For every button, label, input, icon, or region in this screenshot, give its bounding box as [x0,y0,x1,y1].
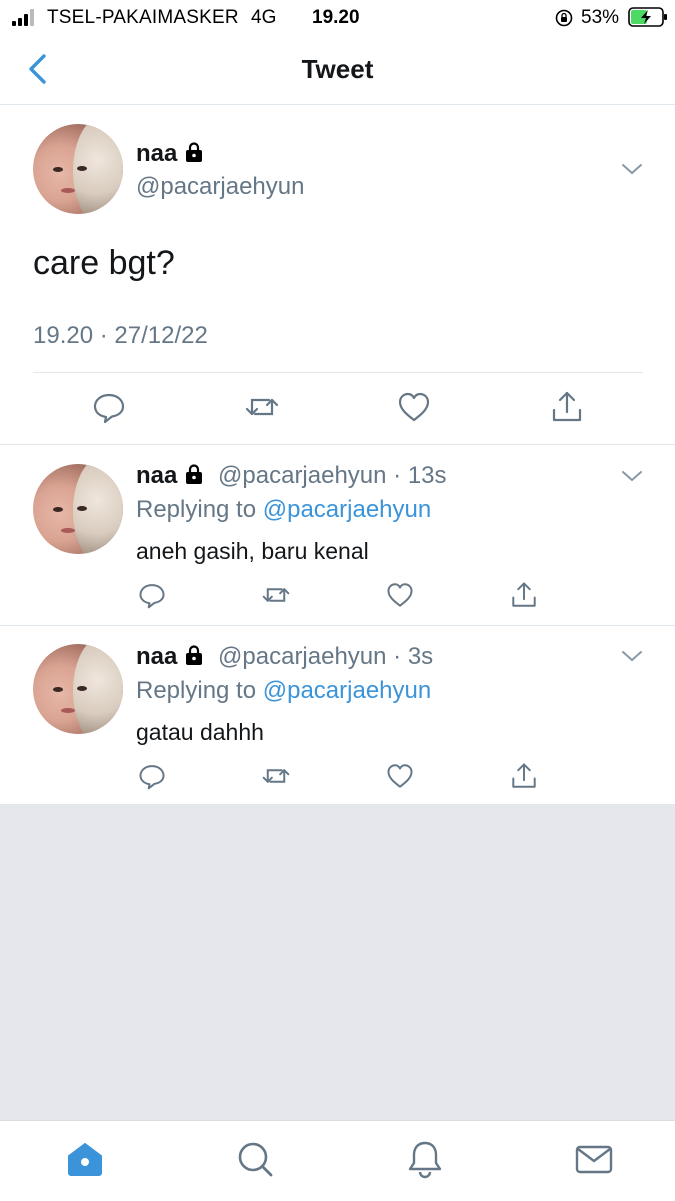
reply-author-handle: @pacarjaehyun [218,462,387,489]
protected-lock-icon [186,645,203,665]
like-icon[interactable] [386,581,414,609]
top-nav: Tweet [0,36,675,105]
replying-to: Replying to @pacarjaehyun [136,677,431,705]
reply-header[interactable]: naa @pacarjaehyun · 3s [136,643,433,671]
replying-to: Replying to @pacarjaehyun [136,496,431,524]
dot-separator: · [386,643,408,670]
tweet-actions [0,390,675,428]
chevron-down-icon[interactable] [621,469,643,483]
author-name-text: naa [136,140,178,167]
replying-to-link[interactable]: @pacarjaehyun [263,496,431,523]
divider [0,444,675,445]
replying-to-prefix: Replying to [136,677,257,704]
reply-age: 13s [407,462,447,489]
reply-age: 3s [407,643,434,670]
tweet-timestamp[interactable]: 19.20 · 27/12/22 [33,322,208,350]
author-name[interactable]: naa [136,140,205,168]
avatar[interactable] [33,464,123,554]
status-bar: TSEL-PAKAIMASKER 4G 19.20 53% [0,0,675,36]
author-handle[interactable]: @pacarjaehyun [136,173,304,201]
protected-lock-icon [186,464,203,484]
chevron-down-icon[interactable] [621,162,643,176]
replying-to-prefix: Replying to [136,496,257,523]
page-title: Tweet [301,54,374,84]
dot-separator: · [386,462,408,489]
divider [33,372,643,373]
reply-author-name: naa [136,462,178,489]
bottom-tab-bar [0,1120,675,1201]
protected-lock-icon [186,142,203,162]
search-icon[interactable] [235,1139,275,1179]
messages-icon[interactable] [574,1139,614,1179]
avatar[interactable] [33,124,123,214]
reply-author-name: naa [136,643,178,670]
battery-percent: 53% [581,7,620,28]
reply-icon[interactable] [138,581,166,609]
carrier-name: TSEL-PAKAIMASKER [47,7,239,28]
clock: 19.20 [312,7,360,28]
retweet-icon[interactable] [262,581,290,609]
reply-text: aneh gasih, baru kenal [136,538,369,564]
reply-text: gatau dahhh [136,719,264,745]
share-icon[interactable] [550,390,584,424]
tweet-text: care bgt? [33,244,175,282]
replying-to-link[interactable]: @pacarjaehyun [263,677,431,704]
notifications-icon[interactable] [405,1139,445,1179]
like-icon[interactable] [386,762,414,790]
chevron-down-icon[interactable] [621,649,643,663]
share-icon[interactable] [510,762,538,790]
battery-icon [628,7,667,27]
share-icon[interactable] [510,581,538,609]
network-type: 4G [251,7,277,28]
reply-header[interactable]: naa @pacarjaehyun · 13s [136,462,447,490]
like-icon[interactable] [397,390,431,424]
home-icon[interactable] [65,1139,105,1179]
divider [0,625,675,626]
retweet-icon[interactable] [262,762,290,790]
reply-icon[interactable] [138,762,166,790]
avatar[interactable] [33,644,123,734]
retweet-icon[interactable] [245,390,279,424]
rotation-lock-icon [555,9,573,27]
reply-author-handle: @pacarjaehyun [218,643,387,670]
reply-icon[interactable] [92,390,126,424]
divider [0,804,675,805]
